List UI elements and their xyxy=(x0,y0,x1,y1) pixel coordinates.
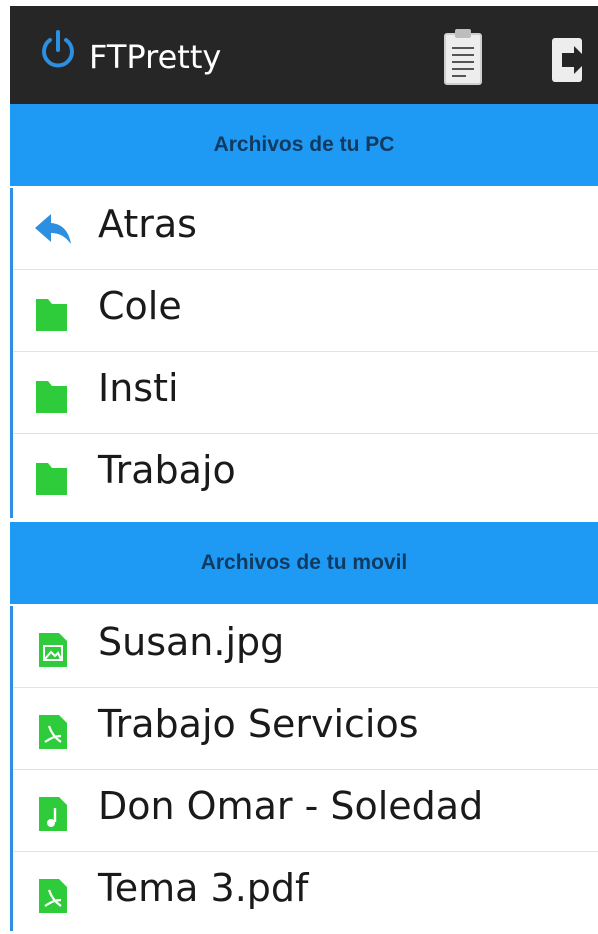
mobile-files-header: Archivos de tu movil xyxy=(10,522,598,604)
list-item-file[interactable]: Trabajo Servicios xyxy=(13,688,598,770)
list-item-folder[interactable]: Insti xyxy=(13,352,598,434)
image-file-icon xyxy=(39,633,67,667)
list-item-folder[interactable]: Cole xyxy=(13,270,598,352)
app-bar: FTPretty xyxy=(10,6,598,104)
item-label: Trabajo Servicios xyxy=(98,702,419,746)
exit-icon[interactable] xyxy=(550,36,592,84)
folder-icon xyxy=(36,463,67,495)
app-title: FTPretty xyxy=(89,38,222,76)
pc-file-list: Atras Cole Insti Trabajo xyxy=(10,188,598,518)
power-logo-icon xyxy=(42,30,74,68)
pdf-file-icon xyxy=(39,715,67,749)
item-label: Trabajo xyxy=(98,448,236,492)
item-label: Cole xyxy=(98,284,182,328)
list-item-file[interactable]: Susan.jpg xyxy=(13,606,598,688)
item-label: Atras xyxy=(98,202,197,246)
back-arrow-icon xyxy=(35,214,71,244)
pc-files-header: Archivos de tu PC xyxy=(10,104,598,186)
mobile-file-list: Susan.jpg Trabajo Servicios Don Omar - S… xyxy=(10,606,598,931)
folder-icon xyxy=(36,299,67,331)
item-label: Insti xyxy=(98,366,179,410)
folder-icon xyxy=(36,381,67,413)
list-item-file[interactable]: Don Omar - Soledad xyxy=(13,770,598,852)
music-file-icon xyxy=(39,797,67,831)
pdf-file-icon xyxy=(39,879,67,913)
list-item-file[interactable]: Tema 3.pdf xyxy=(13,852,598,934)
item-label: Don Omar - Soledad xyxy=(98,784,484,828)
list-item-folder[interactable]: Trabajo xyxy=(13,434,598,516)
list-item-back[interactable]: Atras xyxy=(13,188,598,270)
item-label: Tema 3.pdf xyxy=(98,866,309,910)
item-label: Susan.jpg xyxy=(98,620,285,664)
clipboard-icon[interactable] xyxy=(442,28,484,86)
